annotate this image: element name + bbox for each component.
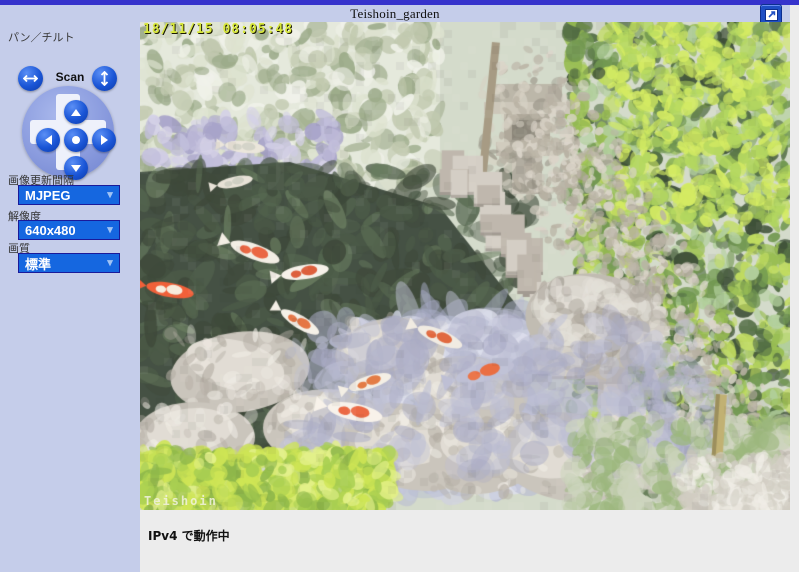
horizontal-scan-icon[interactable]	[18, 66, 43, 91]
arrow-left-icon	[44, 135, 52, 145]
refresh-interval-select[interactable]: MJPEG ▾	[18, 185, 120, 205]
chevron-down-icon: ▾	[107, 256, 113, 269]
chevron-down-icon: ▾	[107, 223, 113, 236]
pantilt-dpad	[22, 86, 116, 180]
pan-right-button[interactable]	[92, 128, 116, 152]
pantilt-section-label: パン／チルト	[8, 31, 75, 44]
page-title: Teishoin_garden	[350, 6, 440, 21]
home-position-button[interactable]	[64, 128, 88, 152]
popup-window-glyph	[764, 8, 778, 21]
camera-frame-image	[140, 22, 790, 510]
vertical-scan-icon[interactable]	[92, 66, 117, 91]
scan-label: Scan	[55, 70, 85, 84]
circle-dot-icon	[72, 136, 80, 144]
video-timestamp-overlay: 18/11/15 08:05:48	[143, 22, 294, 37]
dpad-cross-plate	[30, 94, 116, 180]
arrow-right-icon	[100, 135, 108, 145]
control-sidebar: パン／チルト Scan 画像更新間隔 MJPEG ▾ 解像度 640x480 ▾…	[0, 22, 140, 572]
tilt-up-button[interactable]	[64, 100, 88, 124]
pan-left-button[interactable]	[36, 128, 60, 152]
status-text: IPv4 で動作中	[148, 529, 230, 543]
resolution-value: 640x480	[25, 222, 76, 238]
horizontal-arrow-glyph	[23, 74, 38, 83]
page-right-padding	[790, 22, 799, 572]
arrow-down-icon	[71, 164, 81, 172]
title-bar-right-padding	[790, 5, 799, 22]
chevron-down-icon: ▾	[107, 188, 113, 201]
image-quality-select[interactable]: 標準 ▾	[18, 253, 120, 273]
arrow-up-icon	[71, 108, 81, 116]
refresh-interval-value: MJPEG	[25, 187, 71, 203]
status-area: IPv4 で動作中	[140, 510, 799, 572]
resolution-select[interactable]: 640x480 ▾	[18, 220, 120, 240]
video-watermark: Teishoin	[144, 494, 218, 508]
camera-video-stream[interactable]: 18/11/15 08:05:48 Teishoin	[140, 22, 790, 510]
vertical-arrow-glyph	[100, 71, 109, 86]
image-quality-value: 標準	[25, 256, 52, 272]
